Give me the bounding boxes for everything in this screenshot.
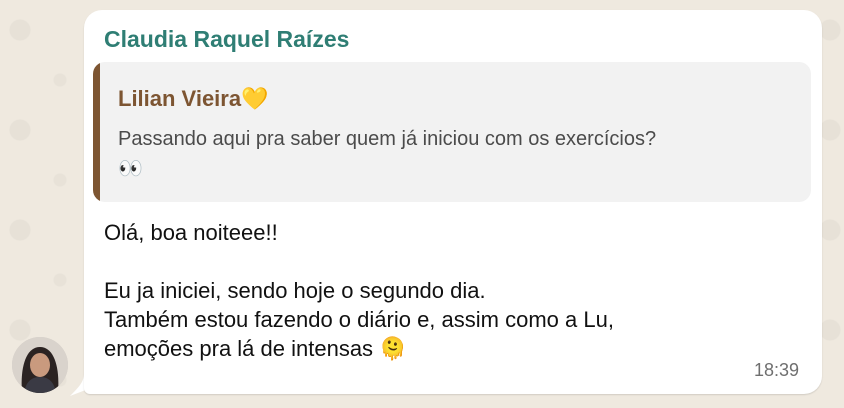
avatar-photo	[12, 337, 68, 393]
message-line-text: emoções pra lá de intensas	[104, 336, 374, 361]
message-bubble[interactable]: Claudia Raquel Raízes Lilian Vieira💛 Pas…	[84, 10, 822, 394]
melting-face-emoji: 🫠	[379, 337, 407, 362]
message-timestamp: 18:39	[753, 360, 799, 380]
quoted-message[interactable]: Lilian Vieira💛 Passando aqui pra saber q…	[93, 62, 811, 202]
yellow-heart-emoji: 💛	[241, 87, 269, 112]
avatar[interactable]	[12, 337, 68, 393]
message-line: Eu ja iniciei, sendo hoje o segundo dia.	[104, 278, 486, 303]
eyes-emoji: 👀	[118, 156, 143, 180]
message-text: Olá, boa noiteee!! Eu ja iniciei, sendo …	[104, 218, 744, 364]
quote-author-name: Lilian Vieira	[118, 86, 242, 111]
message-line-last: emoções pra lá de intensas 🫠	[104, 334, 744, 364]
message-line: Olá, boa noiteee!!	[104, 220, 278, 245]
quote-author: Lilian Vieira💛	[118, 86, 269, 112]
quote-text-content: Passando aqui pra saber quem já iniciou …	[118, 128, 657, 150]
quote-text: Passando aqui pra saber quem já iniciou …	[118, 125, 798, 184]
message-line: Também estou fazendo o diário e, assim c…	[104, 307, 614, 332]
quote-bar	[93, 62, 100, 202]
sender-name[interactable]: Claudia Raquel Raízes	[104, 26, 349, 53]
